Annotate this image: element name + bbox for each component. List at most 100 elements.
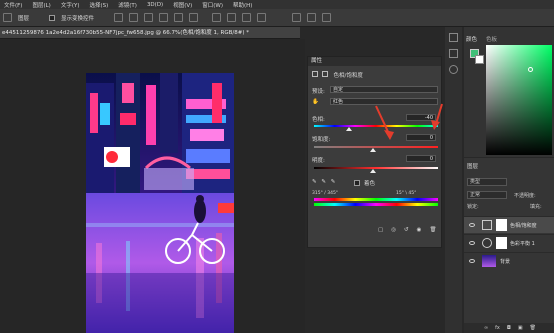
layer-mask-thumb[interactable]	[496, 219, 507, 231]
delete-layer-icon[interactable]: 🗑	[530, 325, 536, 331]
layer-row[interactable]: 背景	[464, 252, 554, 269]
show-transform-checkbox[interactable]	[49, 14, 56, 21]
fill-label: 填充:	[530, 204, 542, 210]
layer-row[interactable]: 色彩平衡 1	[464, 234, 554, 251]
layer-thumbnail	[482, 255, 496, 267]
3d-rotate-icon[interactable]	[307, 13, 317, 22]
eyedropper-minus-icon[interactable]: ✎	[331, 179, 336, 185]
eyedropper-tools: ✎ ✎ ✎	[312, 179, 335, 185]
document-title: e44511259876 1a2e4d2a16f730b55-NF7jpc_fw…	[2, 30, 249, 36]
add-mask-icon[interactable]: ◘	[507, 325, 511, 331]
adjustments-icon[interactable]	[449, 65, 458, 74]
document-tab[interactable]: e44511259876 1a2e4d2a16f730b55-NF7jpc_fw…	[0, 27, 300, 39]
preset-label: 预设:	[312, 89, 325, 95]
properties-panel: 属性 色相/饱和度 预设: 自定 ✋ 红色 色相: -40 饱和度: 0 明度:…	[307, 56, 442, 248]
history-icon[interactable]	[449, 33, 458, 42]
eye-icon[interactable]	[469, 223, 475, 227]
properties-tab[interactable]: 属性	[308, 57, 441, 66]
adjustment-thumb-icon	[482, 220, 492, 230]
eye-icon[interactable]	[469, 241, 475, 245]
kind-filter[interactable]: 类型	[467, 178, 507, 186]
hue-label: 色相:	[312, 117, 325, 123]
properties-tab-label: 属性	[311, 58, 323, 64]
layers-tab[interactable]: 图层	[467, 162, 478, 170]
distribute-icon[interactable]	[212, 13, 222, 22]
night-street-image	[86, 73, 234, 333]
view-previous-icon[interactable]: ◎	[391, 227, 396, 233]
lightness-slider-thumb[interactable]	[370, 169, 376, 173]
menu-item[interactable]: 滤镜(T)	[118, 1, 137, 9]
visibility-icon[interactable]: ◉	[417, 227, 422, 233]
eyedropper-plus-icon[interactable]: ✎	[321, 179, 326, 185]
align-left-icon[interactable]	[114, 13, 124, 22]
lightness-slider[interactable]	[314, 167, 438, 169]
kind-filter-label: 类型	[470, 179, 481, 185]
colorize-label: 着色	[364, 181, 376, 187]
link-icon[interactable]: ∞	[484, 325, 488, 331]
menu-item[interactable]: 窗口(W)	[202, 1, 223, 9]
adjustment-title-row: 色相/饱和度	[312, 71, 363, 79]
panel-icon-column	[445, 27, 462, 333]
properties-footer-icons: ▢ ◎ ↺ ◉ 🗑	[378, 227, 436, 233]
3d-mode-icon[interactable]	[292, 13, 302, 22]
distribute-2-icon[interactable]	[227, 13, 237, 22]
hue-slider-thumb[interactable]	[345, 127, 352, 131]
opacity-label: 不透明度:	[514, 193, 536, 199]
adjustment-layer-icon[interactable]	[321, 71, 328, 77]
clip-layer-icon[interactable]: ▢	[378, 227, 383, 233]
fx-icon[interactable]: fx	[495, 325, 500, 331]
preset-dropdown[interactable]: 自定	[330, 86, 438, 93]
channel-value: 红色	[333, 99, 344, 105]
eye-icon[interactable]	[469, 259, 475, 263]
align-center-icon[interactable]	[129, 13, 139, 22]
3d-pan-icon[interactable]	[322, 13, 332, 22]
distribute-4-icon[interactable]	[257, 13, 267, 22]
layers-panel: 图层 类型 正常 不透明度: 锁定: 填充: 色相/饱和度 色彩平衡 1 背景 …	[464, 158, 554, 333]
new-layer-icon[interactable]: ▣	[518, 325, 523, 331]
layer-name: 背景	[500, 259, 511, 265]
blend-mode-dropdown[interactable]: 正常	[467, 191, 507, 199]
menu-item[interactable]: 文字(Y)	[61, 1, 80, 9]
move-tool-icon[interactable]	[3, 13, 12, 22]
menu-item[interactable]: 视图(V)	[173, 1, 192, 9]
actions-icon[interactable]	[449, 49, 458, 58]
canvas-photo	[86, 73, 234, 333]
color-range-bar-top	[314, 198, 438, 201]
show-transform-label: 显示变换控件	[61, 15, 95, 22]
delete-icon[interactable]: 🗑	[429, 227, 436, 233]
layer-mask-thumb[interactable]	[496, 237, 507, 249]
menu-item[interactable]: 帮助(H)	[233, 1, 252, 9]
color-field[interactable]	[486, 45, 552, 155]
menu-item[interactable]: 图层(L)	[32, 1, 50, 9]
adjustment-title: 色相/饱和度	[333, 73, 363, 79]
color-balance-thumb-icon	[482, 238, 492, 248]
align-middle-icon[interactable]	[174, 13, 184, 22]
lightness-label: 明度:	[312, 158, 325, 164]
background-swatch[interactable]	[475, 55, 484, 64]
colorize-checkbox[interactable]	[354, 180, 360, 186]
menu-item[interactable]: 3D(D)	[147, 2, 163, 8]
eyedropper-icon[interactable]: ✎	[312, 179, 317, 185]
layer-name: 色相/饱和度	[510, 223, 537, 229]
menu-item[interactable]: 文件(F)	[4, 1, 22, 9]
distribute-3-icon[interactable]	[242, 13, 252, 22]
layer-name: 色彩平衡 1	[510, 241, 535, 247]
color-range-bar-bottom	[314, 203, 438, 206]
menu-item[interactable]: 选择(S)	[89, 1, 108, 9]
align-top-icon[interactable]	[159, 13, 169, 22]
adjustment-mask-icon[interactable]	[312, 71, 318, 77]
hand-adjust-icon[interactable]: ✋	[312, 99, 319, 105]
range-right: 15° \ 45°	[396, 191, 417, 196]
color-tab[interactable]: 颜色	[466, 35, 477, 43]
lightness-value[interactable]: 0	[406, 155, 436, 162]
align-right-icon[interactable]	[144, 13, 154, 22]
layer-row[interactable]: 色相/饱和度	[464, 216, 554, 233]
align-bottom-icon[interactable]	[189, 13, 199, 22]
range-left: 315° / 345°	[312, 191, 339, 196]
color-panel: 颜色 色板	[464, 27, 554, 157]
lock-label: 锁定:	[467, 204, 479, 210]
swatches-tab[interactable]: 色板	[486, 35, 497, 43]
options-layer-label[interactable]: 图层	[18, 14, 29, 22]
color-picker-ring[interactable]	[528, 67, 533, 72]
reset-icon[interactable]: ↺	[404, 227, 409, 233]
